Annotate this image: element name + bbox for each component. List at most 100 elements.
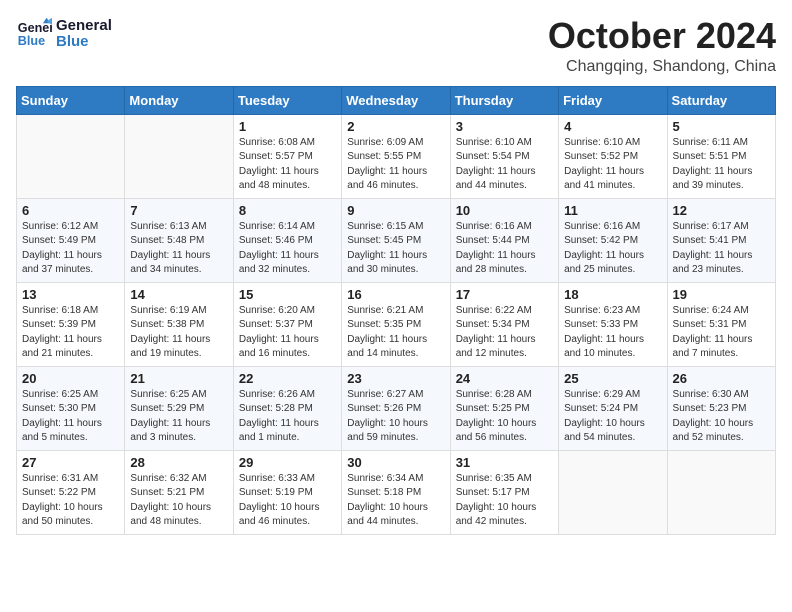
day-info: Sunrise: 6:35 AM Sunset: 5:17 PM Dayligh… — [456, 472, 553, 530]
day-number: 11 — [564, 203, 661, 218]
day-number: 22 — [239, 371, 336, 386]
weekday-header-sunday: Sunday — [17, 86, 125, 114]
location-subtitle: Changqing, Shandong, China — [548, 58, 776, 76]
day-number: 15 — [239, 287, 336, 302]
svg-text:Blue: Blue — [18, 34, 45, 48]
calendar-table: SundayMondayTuesdayWednesdayThursdayFrid… — [16, 86, 776, 535]
weekday-header-friday: Friday — [559, 86, 667, 114]
day-info: Sunrise: 6:11 AM Sunset: 5:51 PM Dayligh… — [673, 136, 770, 194]
calendar-cell: 18 Sunrise: 6:23 AM Sunset: 5:33 PM Dayli… — [559, 282, 667, 366]
day-info: Sunrise: 6:16 AM Sunset: 5:42 PM Dayligh… — [564, 220, 661, 278]
calendar-cell: 28Sunrise: 6:32 AM Sunset: 5:21 PM Dayli… — [125, 450, 233, 534]
day-number: 10 — [456, 203, 553, 218]
calendar-cell: 26 Sunrise: 6:30 AM Sunset: 5:23 PM Dayli… — [667, 366, 775, 450]
calendar-week-3: 13 Sunrise: 6:18 AM Sunset: 5:39 PM Dayli… — [17, 282, 776, 366]
calendar-cell: 31 Sunrise: 6:35 AM Sunset: 5:17 PM Dayli… — [450, 450, 558, 534]
day-info: Sunrise: 6:34 AM Sunset: 5:18 PM Dayligh… — [347, 472, 444, 530]
day-info: Sunrise: 6:18 AM Sunset: 5:39 PM Dayligh… — [22, 304, 119, 362]
logo-blue: Blue — [56, 34, 112, 51]
day-info: Sunrise: 6:27 AM Sunset: 5:26 PM Dayligh… — [347, 388, 444, 446]
header: General Blue General Blue October 2024 C… — [16, 16, 776, 76]
calendar-cell — [559, 450, 667, 534]
day-number: 18 — [564, 287, 661, 302]
calendar-cell: 23 Sunrise: 6:27 AM Sunset: 5:26 PM Dayli… — [342, 366, 450, 450]
weekday-header-thursday: Thursday — [450, 86, 558, 114]
day-info: Sunrise: 6:08 AM Sunset: 5:57 PM Dayligh… — [239, 136, 336, 194]
day-number: 4 — [564, 119, 661, 134]
day-info: Sunrise: 6:24 AM Sunset: 5:31 PM Dayligh… — [673, 304, 770, 362]
page-container: General Blue General Blue October 2024 C… — [0, 0, 792, 545]
calendar-cell: 5 Sunrise: 6:11 AM Sunset: 5:51 PM Daylig… — [667, 114, 775, 198]
weekday-header-monday: Monday — [125, 86, 233, 114]
day-info: Sunrise: 6:14 AM Sunset: 5:46 PM Dayligh… — [239, 220, 336, 278]
calendar-cell: 8 Sunrise: 6:14 AM Sunset: 5:46 PM Daylig… — [233, 198, 341, 282]
day-number: 5 — [673, 119, 770, 134]
day-number: 21 — [130, 371, 227, 386]
day-number: 6 — [22, 203, 119, 218]
month-title: October 2024 — [548, 16, 776, 56]
weekday-header-tuesday: Tuesday — [233, 86, 341, 114]
day-number: 31 — [456, 455, 553, 470]
day-info: Sunrise: 6:16 AM Sunset: 5:44 PM Dayligh… — [456, 220, 553, 278]
calendar-week-2: 6Sunrise: 6:12 AM Sunset: 5:49 PM Daylig… — [17, 198, 776, 282]
calendar-cell: 19 Sunrise: 6:24 AM Sunset: 5:31 PM Dayli… — [667, 282, 775, 366]
day-info: Sunrise: 6:10 AM Sunset: 5:54 PM Dayligh… — [456, 136, 553, 194]
day-number: 19 — [673, 287, 770, 302]
calendar-cell — [17, 114, 125, 198]
calendar-cell: 12Sunrise: 6:17 AM Sunset: 5:41 PM Dayli… — [667, 198, 775, 282]
day-info: Sunrise: 6:25 AM Sunset: 5:30 PM Dayligh… — [22, 388, 119, 446]
day-info: Sunrise: 6:21 AM Sunset: 5:35 PM Dayligh… — [347, 304, 444, 362]
calendar-cell: 17Sunrise: 6:22 AM Sunset: 5:34 PM Dayli… — [450, 282, 558, 366]
calendar-cell: 6Sunrise: 6:12 AM Sunset: 5:49 PM Daylig… — [17, 198, 125, 282]
day-number: 1 — [239, 119, 336, 134]
calendar-cell: 4 Sunrise: 6:10 AM Sunset: 5:52 PM Daylig… — [559, 114, 667, 198]
title-block: October 2024 Changqing, Shandong, China — [548, 16, 776, 76]
day-info: Sunrise: 6:26 AM Sunset: 5:28 PM Dayligh… — [239, 388, 336, 446]
day-number: 2 — [347, 119, 444, 134]
day-info: Sunrise: 6:09 AM Sunset: 5:55 PM Dayligh… — [347, 136, 444, 194]
calendar-cell: 13 Sunrise: 6:18 AM Sunset: 5:39 PM Dayli… — [17, 282, 125, 366]
day-number: 29 — [239, 455, 336, 470]
day-number: 30 — [347, 455, 444, 470]
day-info: Sunrise: 6:13 AM Sunset: 5:48 PM Dayligh… — [130, 220, 227, 278]
calendar-cell: 2 Sunrise: 6:09 AM Sunset: 5:55 PM Daylig… — [342, 114, 450, 198]
logo-general: General — [56, 18, 112, 35]
calendar-cell: 7Sunrise: 6:13 AM Sunset: 5:48 PM Daylig… — [125, 198, 233, 282]
day-number: 14 — [130, 287, 227, 302]
calendar-cell: 11 Sunrise: 6:16 AM Sunset: 5:42 PM Dayli… — [559, 198, 667, 282]
weekday-header-wednesday: Wednesday — [342, 86, 450, 114]
day-number: 23 — [347, 371, 444, 386]
day-info: Sunrise: 6:30 AM Sunset: 5:23 PM Dayligh… — [673, 388, 770, 446]
logo: General Blue General Blue — [16, 16, 112, 52]
weekday-header-row: SundayMondayTuesdayWednesdayThursdayFrid… — [17, 86, 776, 114]
day-info: Sunrise: 6:19 AM Sunset: 5:38 PM Dayligh… — [130, 304, 227, 362]
calendar-cell: 16Sunrise: 6:21 AM Sunset: 5:35 PM Dayli… — [342, 282, 450, 366]
day-info: Sunrise: 6:28 AM Sunset: 5:25 PM Dayligh… — [456, 388, 553, 446]
day-number: 27 — [22, 455, 119, 470]
day-number: 13 — [22, 287, 119, 302]
calendar-cell: 9Sunrise: 6:15 AM Sunset: 5:45 PM Daylig… — [342, 198, 450, 282]
calendar-cell: 21Sunrise: 6:25 AM Sunset: 5:29 PM Dayli… — [125, 366, 233, 450]
day-number: 25 — [564, 371, 661, 386]
calendar-cell: 3 Sunrise: 6:10 AM Sunset: 5:54 PM Daylig… — [450, 114, 558, 198]
calendar-cell: 30 Sunrise: 6:34 AM Sunset: 5:18 PM Dayli… — [342, 450, 450, 534]
calendar-cell: 14 Sunrise: 6:19 AM Sunset: 5:38 PM Dayli… — [125, 282, 233, 366]
day-number: 8 — [239, 203, 336, 218]
day-number: 3 — [456, 119, 553, 134]
day-info: Sunrise: 6:17 AM Sunset: 5:41 PM Dayligh… — [673, 220, 770, 278]
day-info: Sunrise: 6:23 AM Sunset: 5:33 PM Dayligh… — [564, 304, 661, 362]
calendar-cell: 29 Sunrise: 6:33 AM Sunset: 5:19 PM Dayli… — [233, 450, 341, 534]
calendar-week-1: 1 Sunrise: 6:08 AM Sunset: 5:57 PM Daylig… — [17, 114, 776, 198]
calendar-week-4: 20 Sunrise: 6:25 AM Sunset: 5:30 PM Dayli… — [17, 366, 776, 450]
day-number: 20 — [22, 371, 119, 386]
calendar-cell — [667, 450, 775, 534]
day-number: 28 — [130, 455, 227, 470]
calendar-cell — [125, 114, 233, 198]
day-number: 9 — [347, 203, 444, 218]
day-info: Sunrise: 6:10 AM Sunset: 5:52 PM Dayligh… — [564, 136, 661, 194]
day-info: Sunrise: 6:33 AM Sunset: 5:19 PM Dayligh… — [239, 472, 336, 530]
logo-icon: General Blue — [16, 16, 52, 52]
calendar-week-5: 27Sunrise: 6:31 AM Sunset: 5:22 PM Dayli… — [17, 450, 776, 534]
day-number: 26 — [673, 371, 770, 386]
calendar-cell: 24Sunrise: 6:28 AM Sunset: 5:25 PM Dayli… — [450, 366, 558, 450]
